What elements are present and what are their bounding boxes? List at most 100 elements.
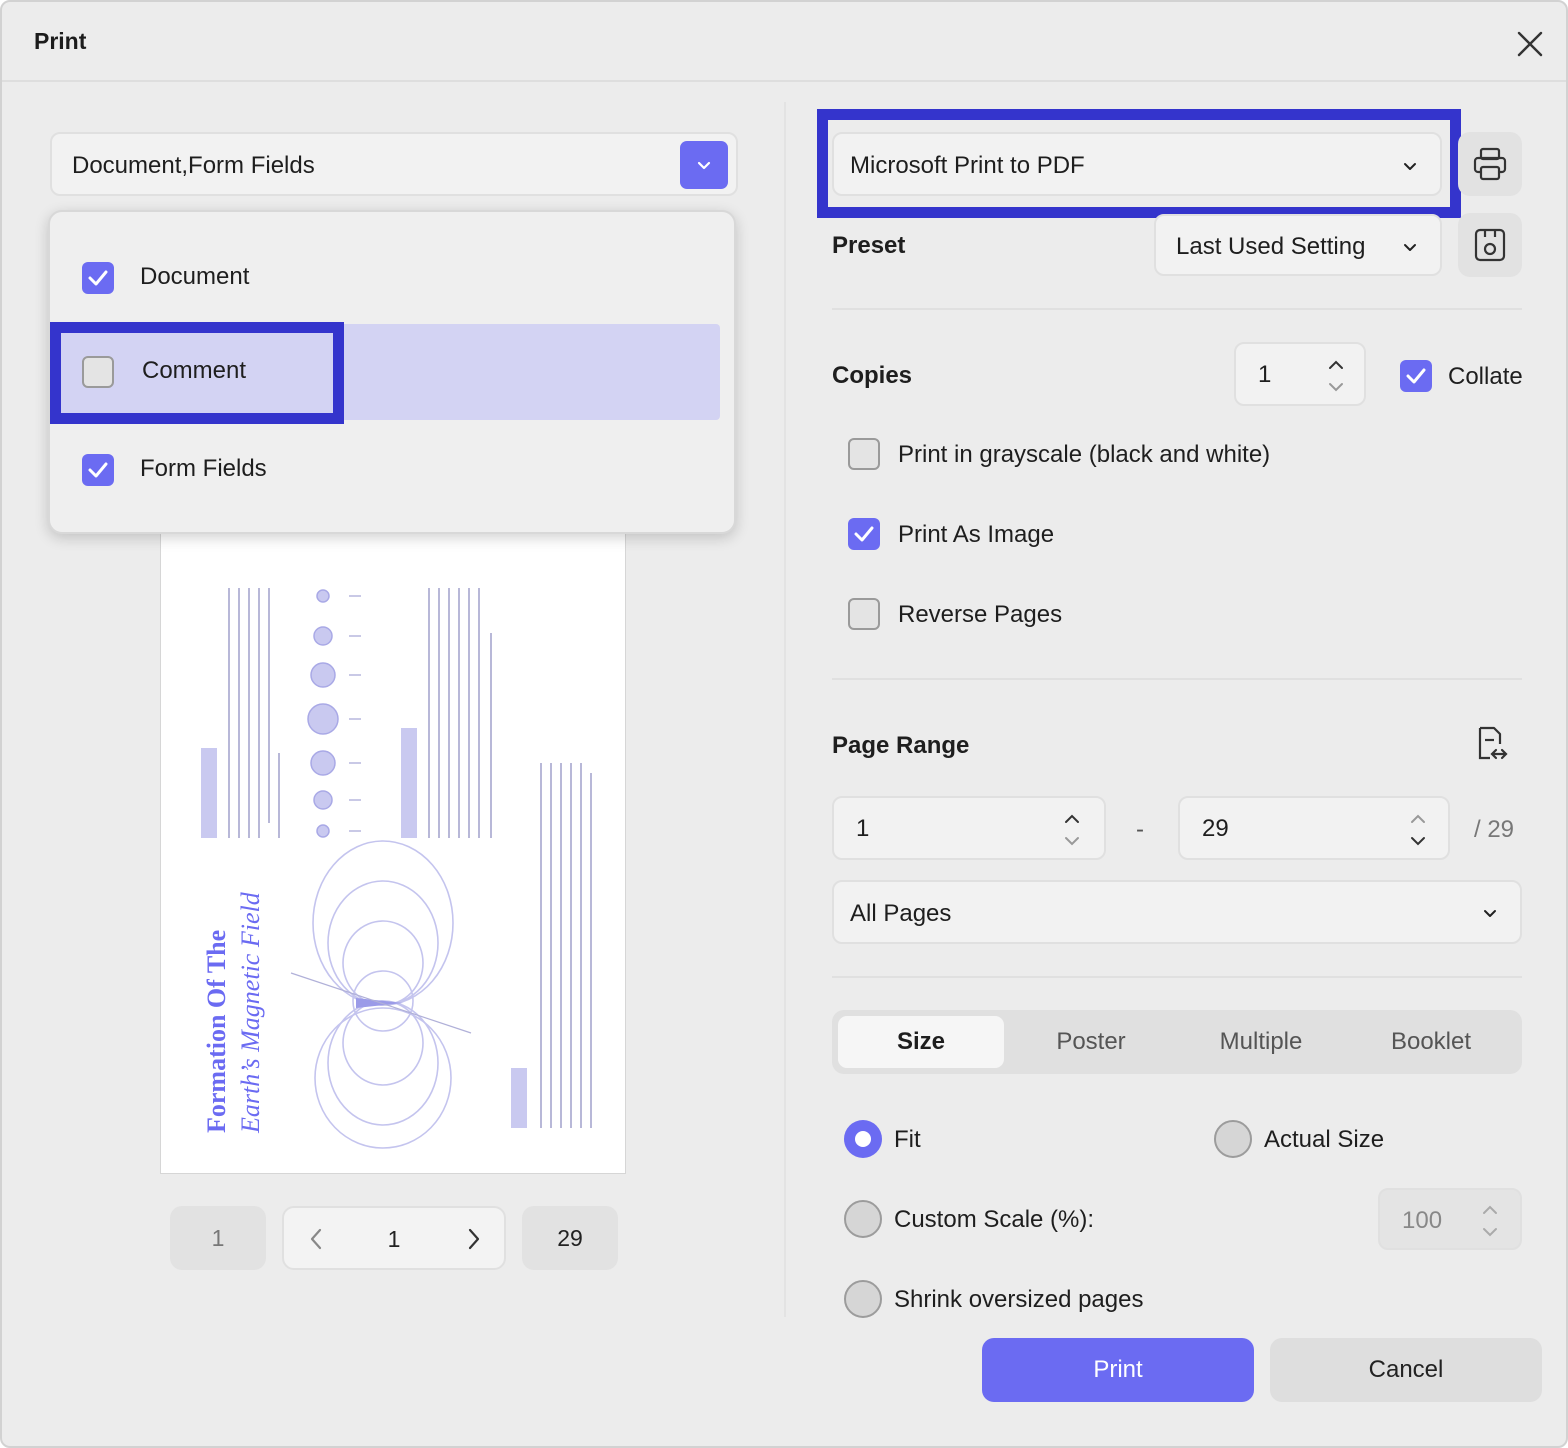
collate-checkbox[interactable] <box>1400 360 1432 392</box>
title-bar: Print <box>2 2 1566 82</box>
divider <box>832 976 1522 978</box>
page-range-label: Page Range <box>832 732 970 759</box>
stepper-arrows-icon <box>1065 814 1079 846</box>
grayscale-checkbox[interactable] <box>848 438 880 470</box>
stepper-arrows-icon <box>1329 360 1343 392</box>
tab-multiple[interactable]: Multiple <box>1178 1016 1344 1068</box>
printer-select-value: Microsoft Print to PDF <box>850 152 1085 179</box>
copies-label: Copies <box>832 362 913 389</box>
document-checkbox[interactable] <box>82 262 114 294</box>
chevron-down-icon <box>1404 244 1416 251</box>
copies-input[interactable]: 1 <box>1234 342 1366 406</box>
fit-label: Fit <box>894 1126 921 1153</box>
page-range-from-input[interactable]: 1 <box>832 796 1106 860</box>
menu-item-label: Comment <box>142 357 247 384</box>
stepper-arrows-icon <box>1483 1205 1497 1237</box>
grayscale-label: Print in grayscale (black and white) <box>898 441 1271 468</box>
page-range-to-value: 29 <box>1202 815 1229 842</box>
last-page-button[interactable]: 29 <box>522 1206 618 1270</box>
printer-icon <box>1473 147 1507 181</box>
close-icon[interactable] <box>1512 26 1548 62</box>
stepper-arrows-icon <box>1411 814 1425 846</box>
page-range-swap-icon[interactable] <box>1470 724 1510 764</box>
menu-item-label: Document <box>140 263 250 290</box>
page-preview: Formation Of The Earth’s Magnetic Field <box>160 502 626 1174</box>
chevron-down-icon <box>697 161 711 170</box>
print-as-image-checkbox[interactable] <box>848 518 880 550</box>
reverse-pages-label: Reverse Pages <box>898 601 1063 628</box>
collate-label: Collate <box>1448 363 1523 390</box>
save-icon <box>1474 228 1506 262</box>
dialog-title: Print <box>34 28 87 54</box>
save-preset-button[interactable] <box>1458 213 1522 277</box>
print-as-image-label: Print As Image <box>898 521 1055 548</box>
grayscale-option[interactable]: Print in grayscale (black and white) <box>848 438 1308 472</box>
tab-poster[interactable]: Poster <box>1008 1016 1174 1068</box>
actual-size-radio[interactable] <box>1214 1120 1252 1158</box>
custom-scale-option[interactable]: Custom Scale (%): <box>844 1200 1104 1240</box>
actual-size-label: Actual Size <box>1264 1126 1385 1153</box>
cancel-button[interactable]: Cancel <box>1270 1338 1542 1402</box>
content-menu: Document Comment Form Fields <box>48 210 736 534</box>
page-total: / 29 <box>1474 816 1515 843</box>
divider <box>832 308 1522 310</box>
check-icon <box>854 526 874 542</box>
menu-item-form-fields[interactable]: Form Fields <box>50 422 734 518</box>
menu-item-comment[interactable]: Comment <box>52 324 720 420</box>
panel-divider <box>784 102 786 1317</box>
menu-item-document[interactable]: Document <box>50 230 734 326</box>
preview-tag <box>511 1068 527 1128</box>
page-range-to-input[interactable]: 29 <box>1178 796 1450 860</box>
page-subset-value: All Pages <box>850 900 952 927</box>
chevron-down-icon <box>1404 163 1416 170</box>
content-select[interactable]: Document,Form Fields <box>50 132 738 196</box>
page-subset-select[interactable]: All Pages <box>832 880 1522 944</box>
reverse-pages-option[interactable]: Reverse Pages <box>848 598 1088 632</box>
shrink-label: Shrink oversized pages <box>894 1286 1144 1313</box>
preview-title-line1: Formation Of The <box>202 930 231 1133</box>
tab-size[interactable]: Size <box>838 1016 1004 1068</box>
comment-checkbox[interactable] <box>82 356 114 388</box>
custom-scale-value: 100 <box>1402 1207 1443 1234</box>
preview-tag <box>201 748 217 838</box>
preset-select-value: Last Used Setting <box>1176 233 1366 260</box>
chevron-left-icon[interactable] <box>306 1226 326 1258</box>
preview-title-line2: Earth’s Magnetic Field <box>236 891 265 1134</box>
layout-tabs: Size Poster Multiple Booklet <box>832 1010 1522 1074</box>
tab-booklet[interactable]: Booklet <box>1348 1016 1514 1068</box>
divider <box>832 678 1522 680</box>
check-icon <box>88 270 108 286</box>
custom-scale-radio[interactable] <box>844 1200 882 1238</box>
preview-page-graphic: Formation Of The Earth’s Magnetic Field <box>201 588 592 1149</box>
printer-properties-button[interactable] <box>1458 132 1522 196</box>
copies-value: 1 <box>1258 361 1272 388</box>
preset-label: Preset <box>832 232 906 259</box>
actual-size-option[interactable]: Actual Size <box>1214 1120 1414 1160</box>
page-range-separator: - <box>1136 816 1144 843</box>
content-dropdown-button[interactable] <box>680 141 728 189</box>
print-dialog: Print Document,Form Fields Document Comm… <box>0 0 1568 1448</box>
printer-select[interactable]: Microsoft Print to PDF <box>832 132 1442 196</box>
menu-item-label: Form Fields <box>140 455 267 482</box>
chevron-down-icon <box>1484 910 1496 917</box>
page-navigator: 1 <box>282 1206 506 1270</box>
check-icon <box>1406 368 1426 384</box>
custom-scale-label: Custom Scale (%): <box>894 1206 1095 1233</box>
shrink-option[interactable]: Shrink oversized pages <box>844 1280 1144 1320</box>
page-range-from-value: 1 <box>856 815 870 842</box>
preset-select[interactable]: Last Used Setting <box>1154 214 1442 276</box>
fit-radio[interactable] <box>844 1120 882 1158</box>
chevron-right-icon[interactable] <box>464 1226 484 1258</box>
shrink-radio[interactable] <box>844 1280 882 1318</box>
print-as-image-option[interactable]: Print As Image <box>848 518 1088 552</box>
preview-tag <box>401 728 417 838</box>
content-select-value: Document,Form Fields <box>72 152 315 179</box>
reverse-pages-checkbox[interactable] <box>848 598 880 630</box>
check-icon <box>88 462 108 478</box>
fit-option[interactable]: Fit <box>844 1120 964 1160</box>
custom-scale-input[interactable]: 100 <box>1378 1188 1522 1250</box>
current-page[interactable]: 1 <box>374 1226 414 1253</box>
print-button[interactable]: Print <box>982 1338 1254 1402</box>
first-page-button[interactable]: 1 <box>170 1206 266 1270</box>
form-fields-checkbox[interactable] <box>82 454 114 486</box>
